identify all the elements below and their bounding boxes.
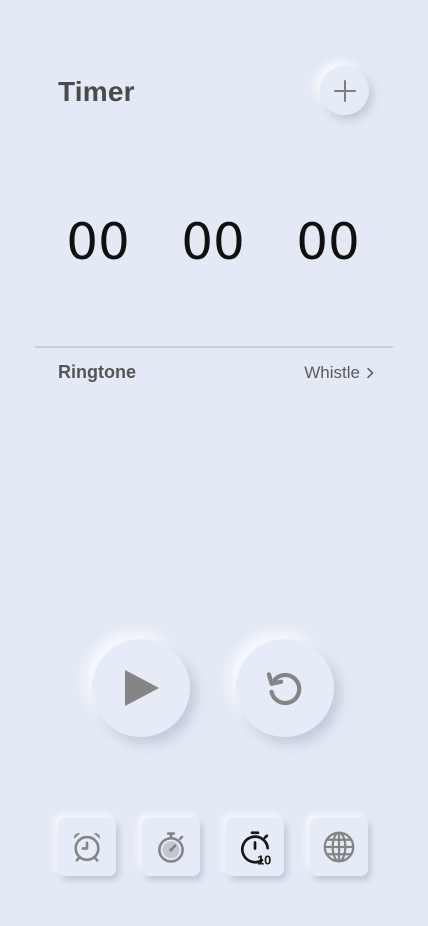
seconds-value[interactable]: 00	[278, 210, 378, 274]
tab-world-clock[interactable]	[310, 818, 368, 876]
stopwatch-icon	[158, 832, 184, 863]
reset-button[interactable]	[236, 639, 334, 737]
tab-stopwatch[interactable]	[142, 818, 200, 876]
hours-value[interactable]: 00	[48, 210, 148, 274]
reset-icon	[266, 672, 302, 706]
plus-icon	[333, 79, 356, 102]
chevron-right-icon	[367, 367, 374, 379]
divider	[35, 346, 393, 348]
ringtone-value: Whistle	[304, 363, 360, 382]
ringtone-selector[interactable]: Whistle	[304, 363, 374, 383]
start-button[interactable]	[92, 639, 190, 737]
add-timer-button[interactable]	[320, 66, 369, 115]
timer-10-icon: 10	[241, 831, 271, 865]
alarm-clock-icon	[73, 833, 101, 862]
svg-text:10: 10	[257, 852, 271, 865]
minutes-value[interactable]: 00	[163, 210, 263, 274]
time-display: 00 00 00	[0, 210, 428, 274]
globe-icon	[323, 831, 355, 863]
ringtone-label: Ringtone	[58, 362, 136, 382]
play-icon	[125, 670, 159, 706]
ringtone-row[interactable]: Ringtone Whistle	[58, 362, 374, 386]
tab-alarm[interactable]	[58, 818, 116, 876]
tab-timer[interactable]: 10	[226, 818, 284, 876]
page-title: Timer	[58, 76, 135, 107]
